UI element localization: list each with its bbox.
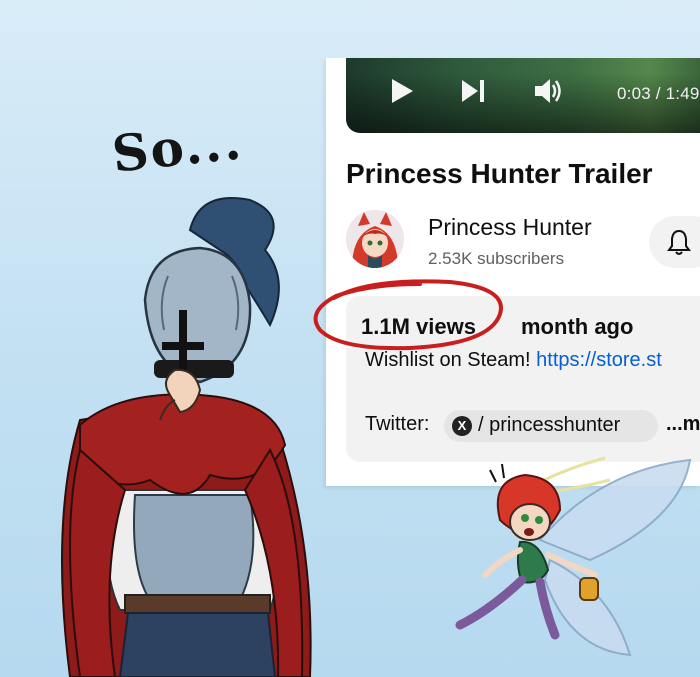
twitter-chip[interactable]: X / princesshunter xyxy=(444,410,658,442)
channel-name[interactable]: Princess Hunter xyxy=(428,214,592,241)
notification-button[interactable] xyxy=(649,216,700,268)
twitter-handle: / princesshunter xyxy=(478,414,621,436)
skip-next-icon[interactable] xyxy=(458,76,488,106)
bell-icon xyxy=(667,229,691,255)
x-logo-icon: X xyxy=(452,416,472,436)
channel-avatar[interactable] xyxy=(346,210,404,268)
show-more-link[interactable]: ...m xyxy=(666,413,700,436)
play-icon[interactable] xyxy=(386,76,416,106)
video-player[interactable]: 0:03 / 1:49 xyxy=(346,58,700,133)
steam-link[interactable]: https://store.st xyxy=(536,349,662,371)
volume-icon[interactable] xyxy=(533,76,563,106)
avatar-art xyxy=(346,210,404,268)
upload-date: month ago xyxy=(521,314,634,339)
comic-panel: 0:03 / 1:49 Princess Hunter Trailer Prin… xyxy=(0,0,700,677)
caption-text: So... xyxy=(109,111,246,184)
knight-character-illustration xyxy=(61,197,312,677)
twitter-label: Twitter: xyxy=(365,413,430,435)
video-title: Princess Hunter Trailer xyxy=(346,158,653,189)
red-circle-annotation xyxy=(313,279,503,351)
video-time: 0:03 / 1:49 xyxy=(617,84,700,103)
subscriber-count: 2.53K subscribers xyxy=(428,249,565,268)
fairy-character-illustration xyxy=(455,456,692,657)
